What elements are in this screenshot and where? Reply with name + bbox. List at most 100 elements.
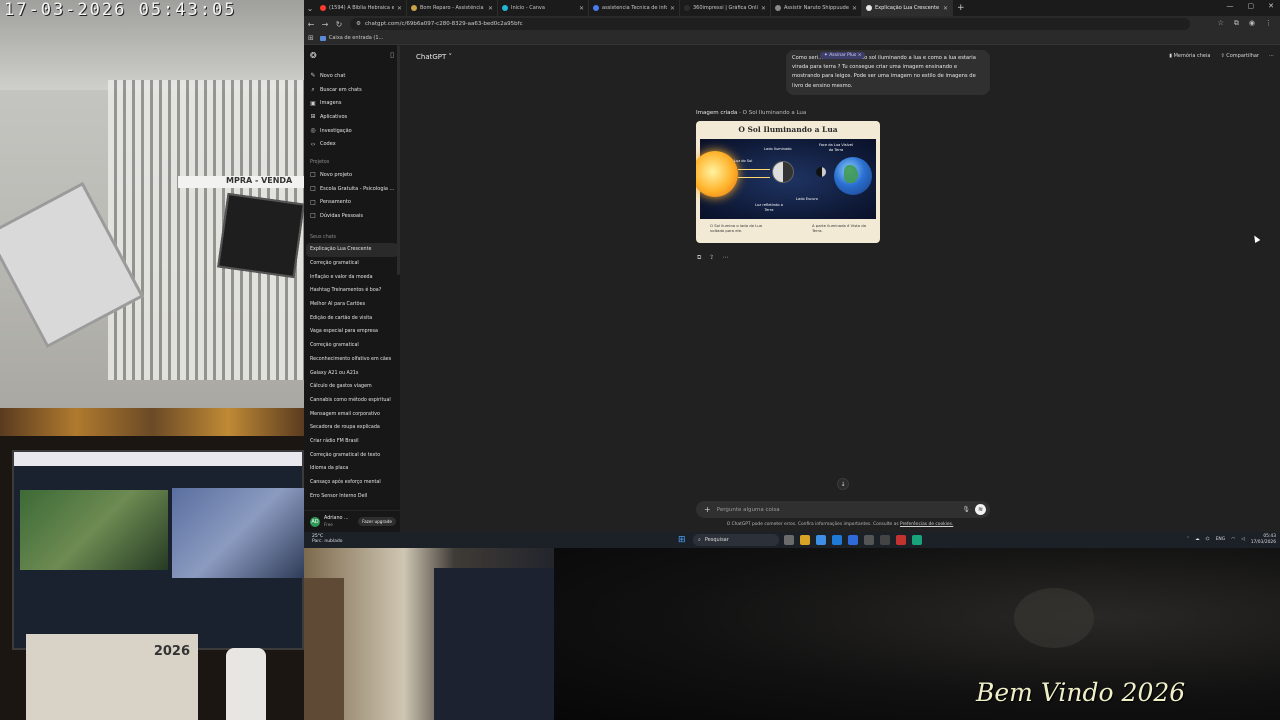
close-tab-icon[interactable]: ✕ <box>488 5 493 12</box>
browser-tab[interactable]: Explicação Lua Crescente ✕ <box>862 0 953 16</box>
chat-history-item[interactable]: Edição de cartão de visita <box>304 311 400 325</box>
chat-history-item[interactable]: Inflação e valor da moeda <box>304 270 400 284</box>
chat-history-item[interactable]: Galaxy A21 ou A21s <box>304 366 400 380</box>
browser-tab[interactable]: (1594) A Bíblia Hebraica em ár...✕ <box>316 0 407 16</box>
browser-tab[interactable]: Bom Reparo - Assistência Técni...✕ <box>407 0 498 16</box>
project-item[interactable]: □ Novo projeto <box>304 168 400 182</box>
new-tab-button[interactable]: + <box>957 3 965 13</box>
cookie-preferences-link[interactable]: Preferências de cookies. <box>900 522 953 527</box>
minimize-icon[interactable]: — <box>1227 2 1234 10</box>
chat-history-item[interactable]: Reconhecimento olfativo em cães <box>304 353 400 367</box>
close-tab-icon[interactable]: ✕ <box>579 5 584 12</box>
back-icon[interactable]: ← <box>304 20 318 29</box>
model-selector[interactable]: ChatGPT ˅ <box>416 53 452 61</box>
prompt-input[interactable] <box>716 506 963 513</box>
openai-logo-icon[interactable]: ❂ <box>310 51 317 60</box>
close-tab-icon[interactable]: ✕ <box>670 5 675 12</box>
tab-search-icon[interactable]: ⌄ <box>304 4 316 13</box>
chat-history-item[interactable]: Hashtag Treinamentos é boa? <box>304 284 400 298</box>
profile-icon[interactable]: ◉ <box>1249 19 1255 28</box>
extensions-icon[interactable]: ⧉ <box>1234 19 1239 28</box>
sidebar-nav-item[interactable]: ✎ Novo chat <box>304 69 400 83</box>
browser-tab[interactable]: Assistir Naruto Shippuuden Epi...✕ <box>771 0 862 16</box>
chat-history-item[interactable]: Vaga especial para empresa <box>304 325 400 339</box>
share-button[interactable]: ⇪ Compartilhar <box>1220 53 1259 59</box>
clock[interactable]: 05:43 17/03/2026 <box>1251 534 1276 545</box>
chat-history-item[interactable]: Melhor AI para Cartões <box>304 298 400 312</box>
microphone-icon[interactable]: 🎙 <box>962 506 970 513</box>
sidebar-nav-item[interactable]: ⌕ Buscar em chats <box>304 83 400 97</box>
sidebar-nav-item[interactable]: ⊞ Aplicativos <box>304 110 400 124</box>
user-profile[interactable]: AD Adriano ... Free Fazer upgrade <box>304 510 400 532</box>
store-icon[interactable] <box>848 535 858 545</box>
file-explorer-icon[interactable] <box>800 535 810 545</box>
more-icon[interactable]: ⋯ <box>722 254 728 262</box>
memory-full-button[interactable]: ▮ Memória cheia <box>1169 53 1210 59</box>
attach-plus-icon[interactable]: + <box>704 505 711 514</box>
chat-history-item[interactable]: Secadora de roupa explicada <box>304 421 400 435</box>
forward-icon[interactable]: → <box>318 20 332 29</box>
url-field[interactable]: ⚙ chatgpt.com/c/69b6a097-c280-8329-aa63-b… <box>350 18 1190 30</box>
chat-history-item[interactable]: Correção gramatical <box>304 257 400 271</box>
browser-tab[interactable]: Início - Canva ✕ <box>498 0 589 16</box>
scroll-down-button[interactable]: ↓ <box>837 478 849 490</box>
weather-widget[interactable]: 25°C Parc. nublado <box>312 534 343 544</box>
app-icon[interactable] <box>880 535 890 545</box>
chat-history-item[interactable]: Cálculo de gastos viagem <box>304 380 400 394</box>
sidebar-toggle-icon[interactable]: ▯ <box>390 51 394 59</box>
chat-history-item[interactable]: Correção gramatical de texto <box>304 448 400 462</box>
chat-history-item[interactable]: Idioma da placa <box>304 462 400 476</box>
apps-grid-icon[interactable]: ⊞ <box>308 34 314 42</box>
generated-image[interactable]: O Sol Iluminando a Lua Luz do Sol Lado I… <box>696 121 880 243</box>
chat-history-item[interactable]: Correção gramatical <box>304 339 400 353</box>
voice-mode-button[interactable]: ≋ <box>975 504 986 515</box>
language-indicator[interactable]: ENG <box>1216 537 1226 542</box>
close-tab-icon[interactable]: ✕ <box>397 5 402 12</box>
more-options-icon[interactable]: ⋯ <box>1269 53 1274 59</box>
project-item[interactable]: □ Pensamento <box>304 195 400 209</box>
windows-start-icon[interactable]: ⊞ <box>678 535 686 545</box>
site-info-icon[interactable]: ⚙ <box>356 21 361 27</box>
mouse-cursor <box>1251 233 1261 244</box>
share-image-icon[interactable]: ⇪ <box>709 254 714 262</box>
browser-tab[interactable]: 360impressi | Gráfica Online, Pr...✕ <box>680 0 771 16</box>
wifi-icon[interactable]: ◠ <box>1231 537 1235 542</box>
bookmark-inbox[interactable]: Caixa de entrada (1... <box>319 35 383 41</box>
nav-icon: ⌕ <box>311 85 315 93</box>
project-item[interactable]: □ Escola Gratuita - Psicologia ... <box>304 182 400 196</box>
sidebar-nav-item[interactable]: ‹› Codex <box>304 137 400 151</box>
bookmark-star-icon[interactable]: ☆ <box>1218 19 1224 28</box>
chrome-icon[interactable] <box>816 535 826 545</box>
taskbar-search[interactable]: ⌕ Pesquisar <box>693 534 779 546</box>
cloud-icon[interactable]: ☁ <box>1195 537 1200 542</box>
sidebar-nav-item[interactable]: ▣ Imagens <box>304 96 400 110</box>
edge-icon[interactable] <box>832 535 842 545</box>
close-tab-icon[interactable]: ✕ <box>943 5 948 12</box>
task-view-icon[interactable] <box>784 535 794 545</box>
chat-history-item[interactable]: Cansaço após esforço mental <box>304 476 400 490</box>
tray-chevron-icon[interactable]: ˄ <box>1187 537 1189 542</box>
sidebar-nav-item[interactable]: ◎ Investigação <box>304 124 400 138</box>
network-icon[interactable]: ⌬ <box>1206 537 1210 542</box>
app-icon[interactable] <box>896 535 906 545</box>
camera-feed-desk: 2026 <box>0 408 304 720</box>
app-icon[interactable] <box>864 535 874 545</box>
chat-history-item[interactable]: Erro Sensor Interno Dell <box>304 489 400 503</box>
chat-history-item[interactable]: Mensagem email corporativo <box>304 407 400 421</box>
subscribe-plus-badge[interactable]: ✦ Assinar Plus × <box>820 52 866 59</box>
chat-history-item[interactable]: Explicação Lua Crescente <box>306 243 398 257</box>
chat-history-item[interactable]: Criar rádio FM Brasil <box>304 435 400 449</box>
volume-icon[interactable]: ◁ <box>1241 537 1244 542</box>
close-window-icon[interactable]: ✕ <box>1268 2 1274 10</box>
copy-icon[interactable]: ⧉ <box>697 254 701 262</box>
chat-history-item[interactable]: Cannabis como método espiritual <box>304 394 400 408</box>
reload-icon[interactable]: ↻ <box>332 20 346 29</box>
project-item[interactable]: □ Dúvidas Pessoais <box>304 209 400 223</box>
browser-menu-icon[interactable]: ⋮ <box>1265 19 1272 28</box>
maximize-icon[interactable]: ▢ <box>1248 2 1255 10</box>
upgrade-button[interactable]: Fazer upgrade <box>358 517 396 526</box>
close-tab-icon[interactable]: ✕ <box>761 5 766 12</box>
browser-tab[interactable]: assistencia Tecnica de informati...✕ <box>589 0 680 16</box>
close-tab-icon[interactable]: ✕ <box>852 5 857 12</box>
chatgpt-app-icon[interactable] <box>912 535 922 545</box>
